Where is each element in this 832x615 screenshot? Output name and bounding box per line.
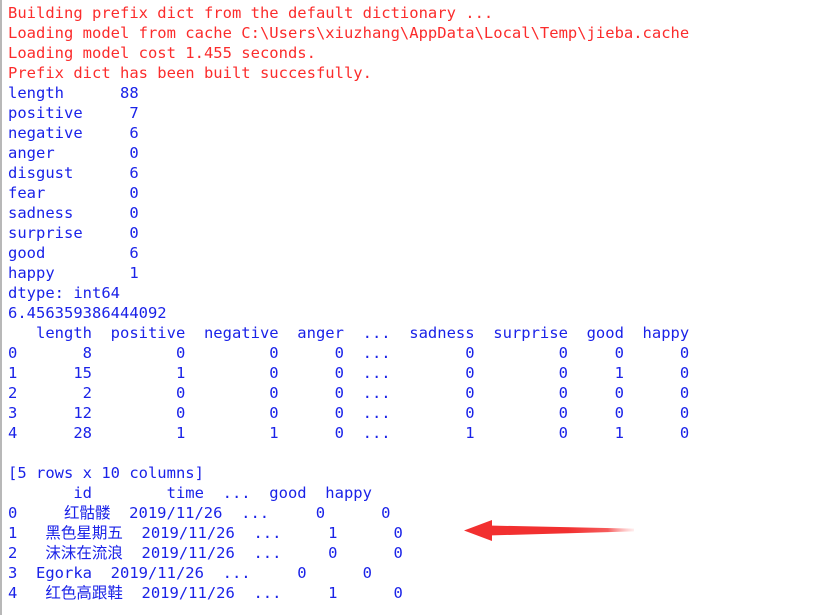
console-stdout-line: 1 黑色星期五 2019/11/26 ... 1 0 xyxy=(8,524,403,542)
console-stdout-line: negative 6 xyxy=(8,124,139,142)
console-stdout-line: length positive negative anger ... sadne… xyxy=(8,324,690,342)
console-stdout-line: disgust 6 xyxy=(8,164,139,182)
console-stdout-line: dtype: int64 xyxy=(8,284,120,302)
console-stdout-line: length 88 xyxy=(8,84,139,102)
console-stderr-line: Prefix dict has been built succesfully. xyxy=(8,64,372,82)
console-stdout-line: surprise 0 xyxy=(8,224,139,242)
console-stdout-line: 4 红色高跟鞋 2019/11/26 ... 1 0 xyxy=(8,584,403,602)
console-stdout-line: happy 1 xyxy=(8,264,139,282)
console-stdout-line: id time ... good happy xyxy=(8,484,372,502)
console-stderr-line: Loading model from cache C:\Users\xiuzha… xyxy=(8,24,690,42)
console-stdout-line: [5 rows x 10 columns] xyxy=(8,464,204,482)
console-stderr-line: Loading model cost 1.455 seconds. xyxy=(8,44,316,62)
console-stdout-line: good 6 xyxy=(8,244,139,262)
console-stdout-line: 2 沫沫在流浪 2019/11/26 ... 0 0 xyxy=(8,544,403,562)
console-stdout-line: 4 28 1 1 0 ... 1 0 1 0 xyxy=(8,424,690,442)
console-output-pane[interactable]: Building prefix dict from the default di… xyxy=(0,0,832,615)
console-stdout-line: 6.456359386444092 xyxy=(8,304,167,322)
console-stdout-line: 0 8 0 0 0 ... 0 0 0 0 xyxy=(8,344,690,362)
console-stdout-line: 0 红骷髅 2019/11/26 ... 0 0 xyxy=(8,504,391,522)
console-stdout-line: 1 15 1 0 0 ... 0 0 1 0 xyxy=(8,364,690,382)
console-stdout-line: positive 7 xyxy=(8,104,139,122)
console-stdout-line: fear 0 xyxy=(8,184,139,202)
console-stdout-line: anger 0 xyxy=(8,144,139,162)
console-stdout-line: 2 2 0 0 0 ... 0 0 0 0 xyxy=(8,384,690,402)
console-stdout-line: 3 12 0 0 0 ... 0 0 0 0 xyxy=(8,404,690,422)
console-stdout-line: 3 Egorka 2019/11/26 ... 0 0 xyxy=(8,564,372,582)
console-stderr-line: Building prefix dict from the default di… xyxy=(8,4,494,22)
console-stdout-line: sadness 0 xyxy=(8,204,139,222)
